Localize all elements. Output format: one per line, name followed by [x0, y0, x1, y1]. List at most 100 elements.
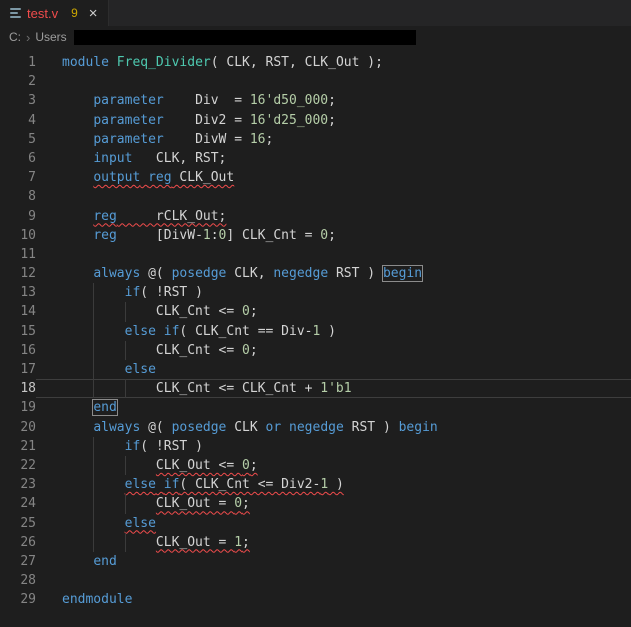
error-token: else	[124, 515, 156, 531]
line-number[interactable]: 10	[0, 226, 36, 245]
code-content[interactable]: else if( CLK_Cnt == Div-1 )	[36, 321, 631, 341]
code-content[interactable]: reg [DivW-1:0] CLK_Cnt = 0;	[36, 226, 631, 245]
code-line[interactable]: 21 if( !RST )	[0, 436, 631, 456]
line-number[interactable]: 15	[0, 322, 36, 341]
code-line[interactable]: 12 always @( posedge CLK, negedge RST ) …	[0, 264, 631, 283]
line-number[interactable]: 3	[0, 91, 36, 110]
code-line[interactable]: 8	[0, 187, 631, 206]
code-line[interactable]: 24 CLK_Out = 0;	[0, 494, 631, 514]
code-content[interactable]	[36, 571, 631, 590]
code-content[interactable]: always @( posedge CLK, negedge RST ) beg…	[36, 264, 631, 283]
code-content[interactable]: CLK_Cnt <= CLK_Cnt + 1'b1	[36, 379, 631, 399]
code-line[interactable]: 18 CLK_Cnt <= CLK_Cnt + 1'b1	[0, 379, 631, 399]
tab-test-v[interactable]: test.v 9 ×	[0, 0, 109, 26]
code-content[interactable]: else if( CLK_Cnt <= Div2-1 )	[36, 475, 631, 495]
code-content[interactable]: module Freq_Divider( CLK, RST, CLK_Out )…	[36, 53, 631, 72]
line-number[interactable]: 8	[0, 187, 36, 206]
code-content[interactable]: end	[36, 398, 631, 417]
code-content[interactable]: output reg CLK_Out	[36, 168, 631, 187]
line-number[interactable]: 28	[0, 571, 36, 590]
code-content[interactable]	[36, 72, 631, 91]
code-line[interactable]: 19 end	[0, 398, 631, 417]
redacted-path-block	[73, 29, 416, 45]
line-number[interactable]: 29	[0, 590, 36, 609]
line-number[interactable]: 12	[0, 264, 36, 283]
token: @(	[140, 266, 172, 282]
code-line[interactable]: 27 end	[0, 552, 631, 571]
line-number[interactable]: 2	[0, 72, 36, 91]
code-content[interactable]	[36, 245, 631, 264]
code-content[interactable]: if( !RST )	[36, 283, 631, 303]
code-line[interactable]: 25 else	[0, 513, 631, 533]
code-line[interactable]: 13 if( !RST )	[0, 283, 631, 303]
token: else	[124, 323, 156, 339]
code-line[interactable]: 6 input CLK, RST;	[0, 149, 631, 168]
line-number[interactable]: 7	[0, 168, 36, 187]
code-content[interactable]: CLK_Cnt <= 0;	[36, 340, 631, 360]
line-number[interactable]: 1	[0, 53, 36, 72]
token: posedge	[171, 419, 227, 435]
code-line[interactable]: 7 output reg CLK_Out	[0, 168, 631, 187]
code-content[interactable]: input CLK, RST;	[36, 149, 631, 168]
breadcrumb-folder[interactable]: Users	[35, 30, 66, 44]
code-content[interactable]: reg rCLK_Out;	[36, 207, 631, 226]
code-content[interactable]: CLK_Out <= 0;	[36, 455, 631, 476]
line-number[interactable]: 21	[0, 437, 36, 456]
line-number[interactable]: 18	[0, 379, 36, 398]
code-line[interactable]: 1 module Freq_Divider( CLK, RST, CLK_Out …	[0, 53, 631, 72]
code-line[interactable]: 16 CLK_Cnt <= 0;	[0, 340, 631, 360]
code-content[interactable]: always @( posedge CLK or negedge RST ) b…	[36, 418, 631, 437]
line-number[interactable]: 22	[0, 456, 36, 475]
breadcrumb-drive[interactable]: C:	[9, 30, 21, 44]
code-content[interactable]: CLK_Out = 1;	[36, 532, 631, 552]
code-content[interactable]	[36, 187, 631, 206]
token: CLK, RST;	[132, 150, 227, 166]
code-content[interactable]: else	[36, 513, 631, 533]
code-content[interactable]: parameter DivW = 16;	[36, 130, 631, 149]
line-number[interactable]: 5	[0, 130, 36, 149]
code-line[interactable]: 11	[0, 245, 631, 264]
line-number[interactable]: 27	[0, 552, 36, 571]
line-number[interactable]: 23	[0, 475, 36, 494]
code-line[interactable]: 9 reg rCLK_Out;	[0, 207, 631, 226]
line-number[interactable]: 19	[0, 398, 36, 417]
code-line[interactable]: 4 parameter Div2 = 16'd25_000;	[0, 111, 631, 130]
line-number[interactable]: 24	[0, 494, 36, 513]
code-line[interactable]: 14 CLK_Cnt <= 0;	[0, 302, 631, 322]
line-number[interactable]: 20	[0, 418, 36, 437]
tab-close-icon[interactable]: ×	[89, 6, 98, 21]
code-content[interactable]: CLK_Cnt <= 0;	[36, 302, 631, 322]
line-number[interactable]: 14	[0, 302, 36, 321]
code-line[interactable]: 28	[0, 571, 631, 590]
code-line[interactable]: 22 CLK_Out <= 0;	[0, 455, 631, 476]
code-content[interactable]: parameter Div = 16'd50_000;	[36, 91, 631, 110]
code-content[interactable]: CLK_Out = 0;	[36, 494, 631, 514]
code-line[interactable]: 29 endmodule	[0, 590, 631, 609]
code-line[interactable]: 10 reg [DivW-1:0] CLK_Cnt = 0;	[0, 226, 631, 245]
line-number[interactable]: 11	[0, 245, 36, 264]
code-line[interactable]: 15 else if( CLK_Cnt == Div-1 )	[0, 321, 631, 341]
code-line[interactable]: 2	[0, 72, 631, 91]
code-line[interactable]: 5 parameter DivW = 16;	[0, 130, 631, 149]
line-number[interactable]: 26	[0, 533, 36, 552]
code-content[interactable]: if( !RST )	[36, 436, 631, 456]
line-number[interactable]: 25	[0, 514, 36, 533]
line-number[interactable]: 17	[0, 360, 36, 379]
line-number[interactable]: 4	[0, 111, 36, 130]
line-number[interactable]: 13	[0, 283, 36, 302]
line-number[interactable]: 16	[0, 341, 36, 360]
code-line[interactable]: 23 else if( CLK_Cnt <= Div2-1 )	[0, 475, 631, 495]
code-area[interactable]: 1 module Freq_Divider( CLK, RST, CLK_Out …	[0, 48, 631, 609]
code-line[interactable]: 17 else	[0, 360, 631, 380]
code-content[interactable]: else	[36, 360, 631, 380]
code-line[interactable]: 20 always @( posedge CLK or negedge RST …	[0, 418, 631, 437]
token: ( !RST )	[140, 285, 203, 301]
code-line[interactable]: 26 CLK_Out = 1;	[0, 532, 631, 552]
line-number[interactable]: 9	[0, 207, 36, 226]
code-content[interactable]: end	[36, 552, 631, 571]
code-content[interactable]: parameter Div2 = 16'd25_000;	[36, 111, 631, 130]
line-number[interactable]: 6	[0, 149, 36, 168]
code-line[interactable]: 3 parameter Div = 16'd50_000;	[0, 91, 631, 110]
code-content[interactable]: endmodule	[36, 590, 631, 609]
